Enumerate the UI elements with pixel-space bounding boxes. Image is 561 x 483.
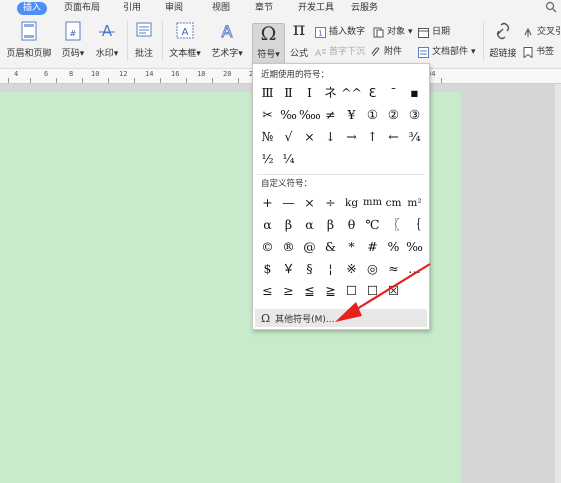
red-arrow-annotation (335, 263, 431, 322)
